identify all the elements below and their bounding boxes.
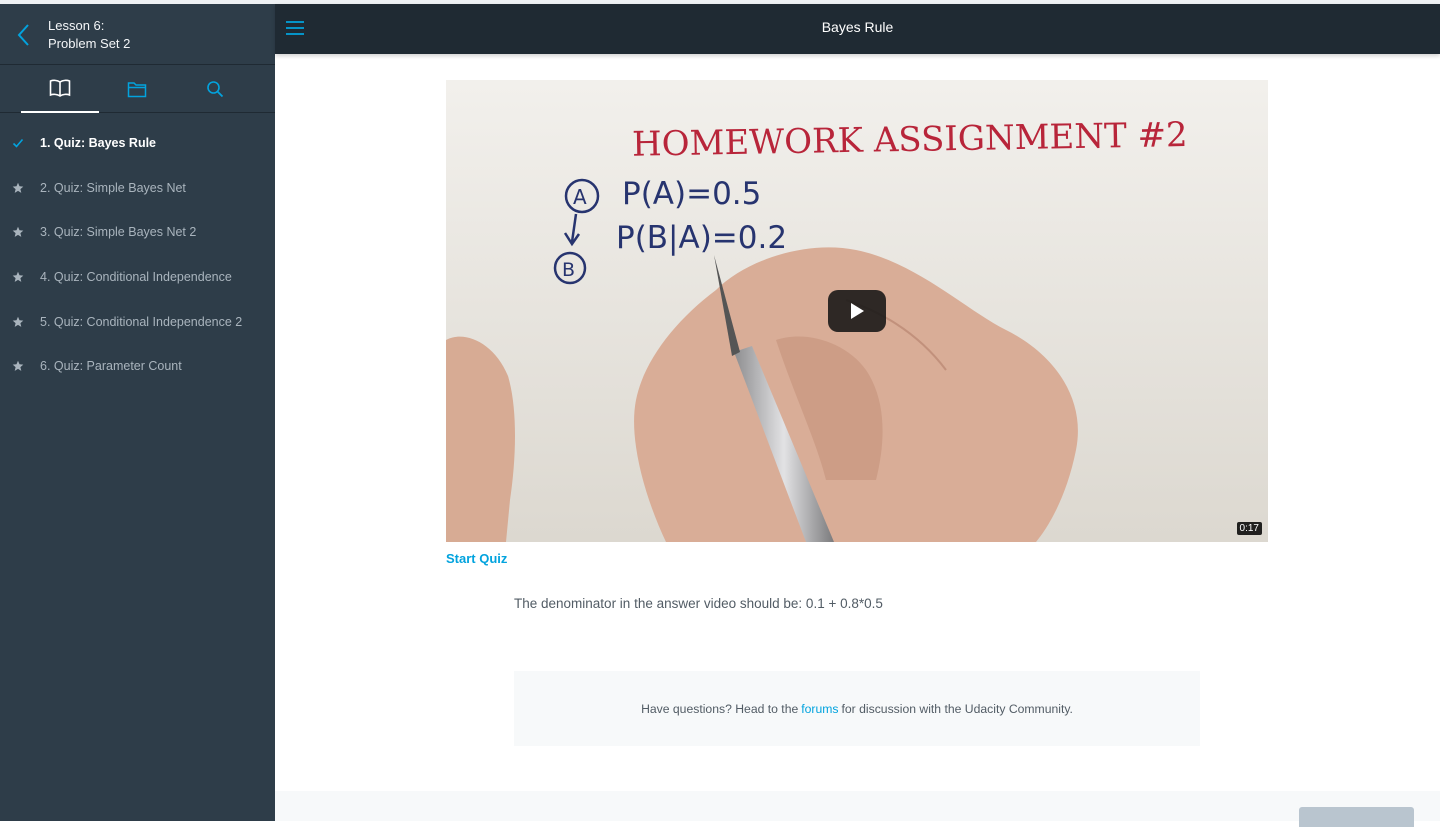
hw-line-1: P(A)=0.5 [622,176,761,212]
concept-list: 1. Quiz: Bayes Rule 2. Quiz: Simple Baye… [0,113,275,389]
play-icon [851,303,864,319]
sidebar-item-quiz-bayes-rule[interactable]: 1. Quiz: Bayes Rule [0,121,275,166]
instructor-note: The denominator in the answer video shou… [514,596,883,611]
book-icon [49,79,71,97]
back-button[interactable] [12,20,38,50]
sidebar-item-quiz-parameter-count[interactable]: 6. Quiz: Parameter Count [0,344,275,389]
sidebar-item-label: 6. Quiz: Parameter Count [40,359,182,374]
hw-line-2: P(B|A)=0.2 [616,220,787,256]
sidebar-item-quiz-conditional-independence[interactable]: 4. Quiz: Conditional Independence [0,255,275,300]
forum-prompt-prefix: Have questions? Head to the [641,701,799,716]
forum-prompt: Have questions? Head to the forums for d… [514,671,1200,746]
sidebar-tabs [0,65,275,113]
lesson-label: Lesson 6: Problem Set 2 [48,17,130,53]
play-button[interactable] [828,290,886,332]
start-quiz-link[interactable]: Start Quiz [446,551,507,566]
star-icon [12,227,24,238]
star-icon [12,316,24,327]
top-bar: Bayes Rule [275,4,1440,54]
chevron-left-icon [17,24,29,46]
lesson-title: Problem Set 2 [48,36,131,51]
lesson-number: Lesson 6: [48,18,105,33]
video-player[interactable]: HOMEWORK ASSIGNMENT #2 A B P(A)=0.5 P(B|… [446,80,1268,542]
forums-link[interactable]: forums [801,702,838,716]
sidebar-item-quiz-simple-bayes-net-2[interactable]: 3. Quiz: Simple Bayes Net 2 [0,210,275,255]
sidebar-header: Lesson 6: Problem Set 2 [0,4,275,65]
hw-node-a: A [573,185,587,209]
sidebar-item-label: 3. Quiz: Simple Bayes Net 2 [40,225,197,240]
sidebar-item-label: 1. Quiz: Bayes Rule [40,136,157,151]
star-icon [12,361,24,372]
folder-icon [127,81,147,97]
tab-resources[interactable] [98,65,176,113]
page-title: Bayes Rule [821,19,894,35]
star-icon [12,182,24,193]
sidebar-item-quiz-conditional-independence-2[interactable]: 5. Quiz: Conditional Independence 2 [0,299,275,344]
hw-node-b: B [562,259,575,281]
search-icon [207,81,224,98]
page-footer [275,791,1440,821]
main-content: Bayes Rule HOMEWORK ASSIGNMENT #2 A B P(… [275,4,1440,827]
tab-concepts[interactable] [21,65,99,113]
forum-prompt-suffix: for discussion with the Udacity Communit… [841,701,1073,716]
sidebar-item-label: 4. Quiz: Conditional Independence [40,270,232,285]
sidebar: Lesson 6: Problem Set 2 1. Quiz: Bayes R… [0,4,275,821]
sidebar-item-label: 5. Quiz: Conditional Independence 2 [40,314,243,329]
tab-search[interactable] [176,65,254,113]
sidebar-item-label: 2. Quiz: Simple Bayes Net [40,180,186,195]
star-icon [12,271,24,282]
next-button[interactable] [1299,807,1414,827]
video-duration: 0:17 [1236,522,1262,535]
check-icon [12,139,24,148]
sidebar-item-quiz-simple-bayes-net[interactable]: 2. Quiz: Simple Bayes Net [0,166,275,211]
